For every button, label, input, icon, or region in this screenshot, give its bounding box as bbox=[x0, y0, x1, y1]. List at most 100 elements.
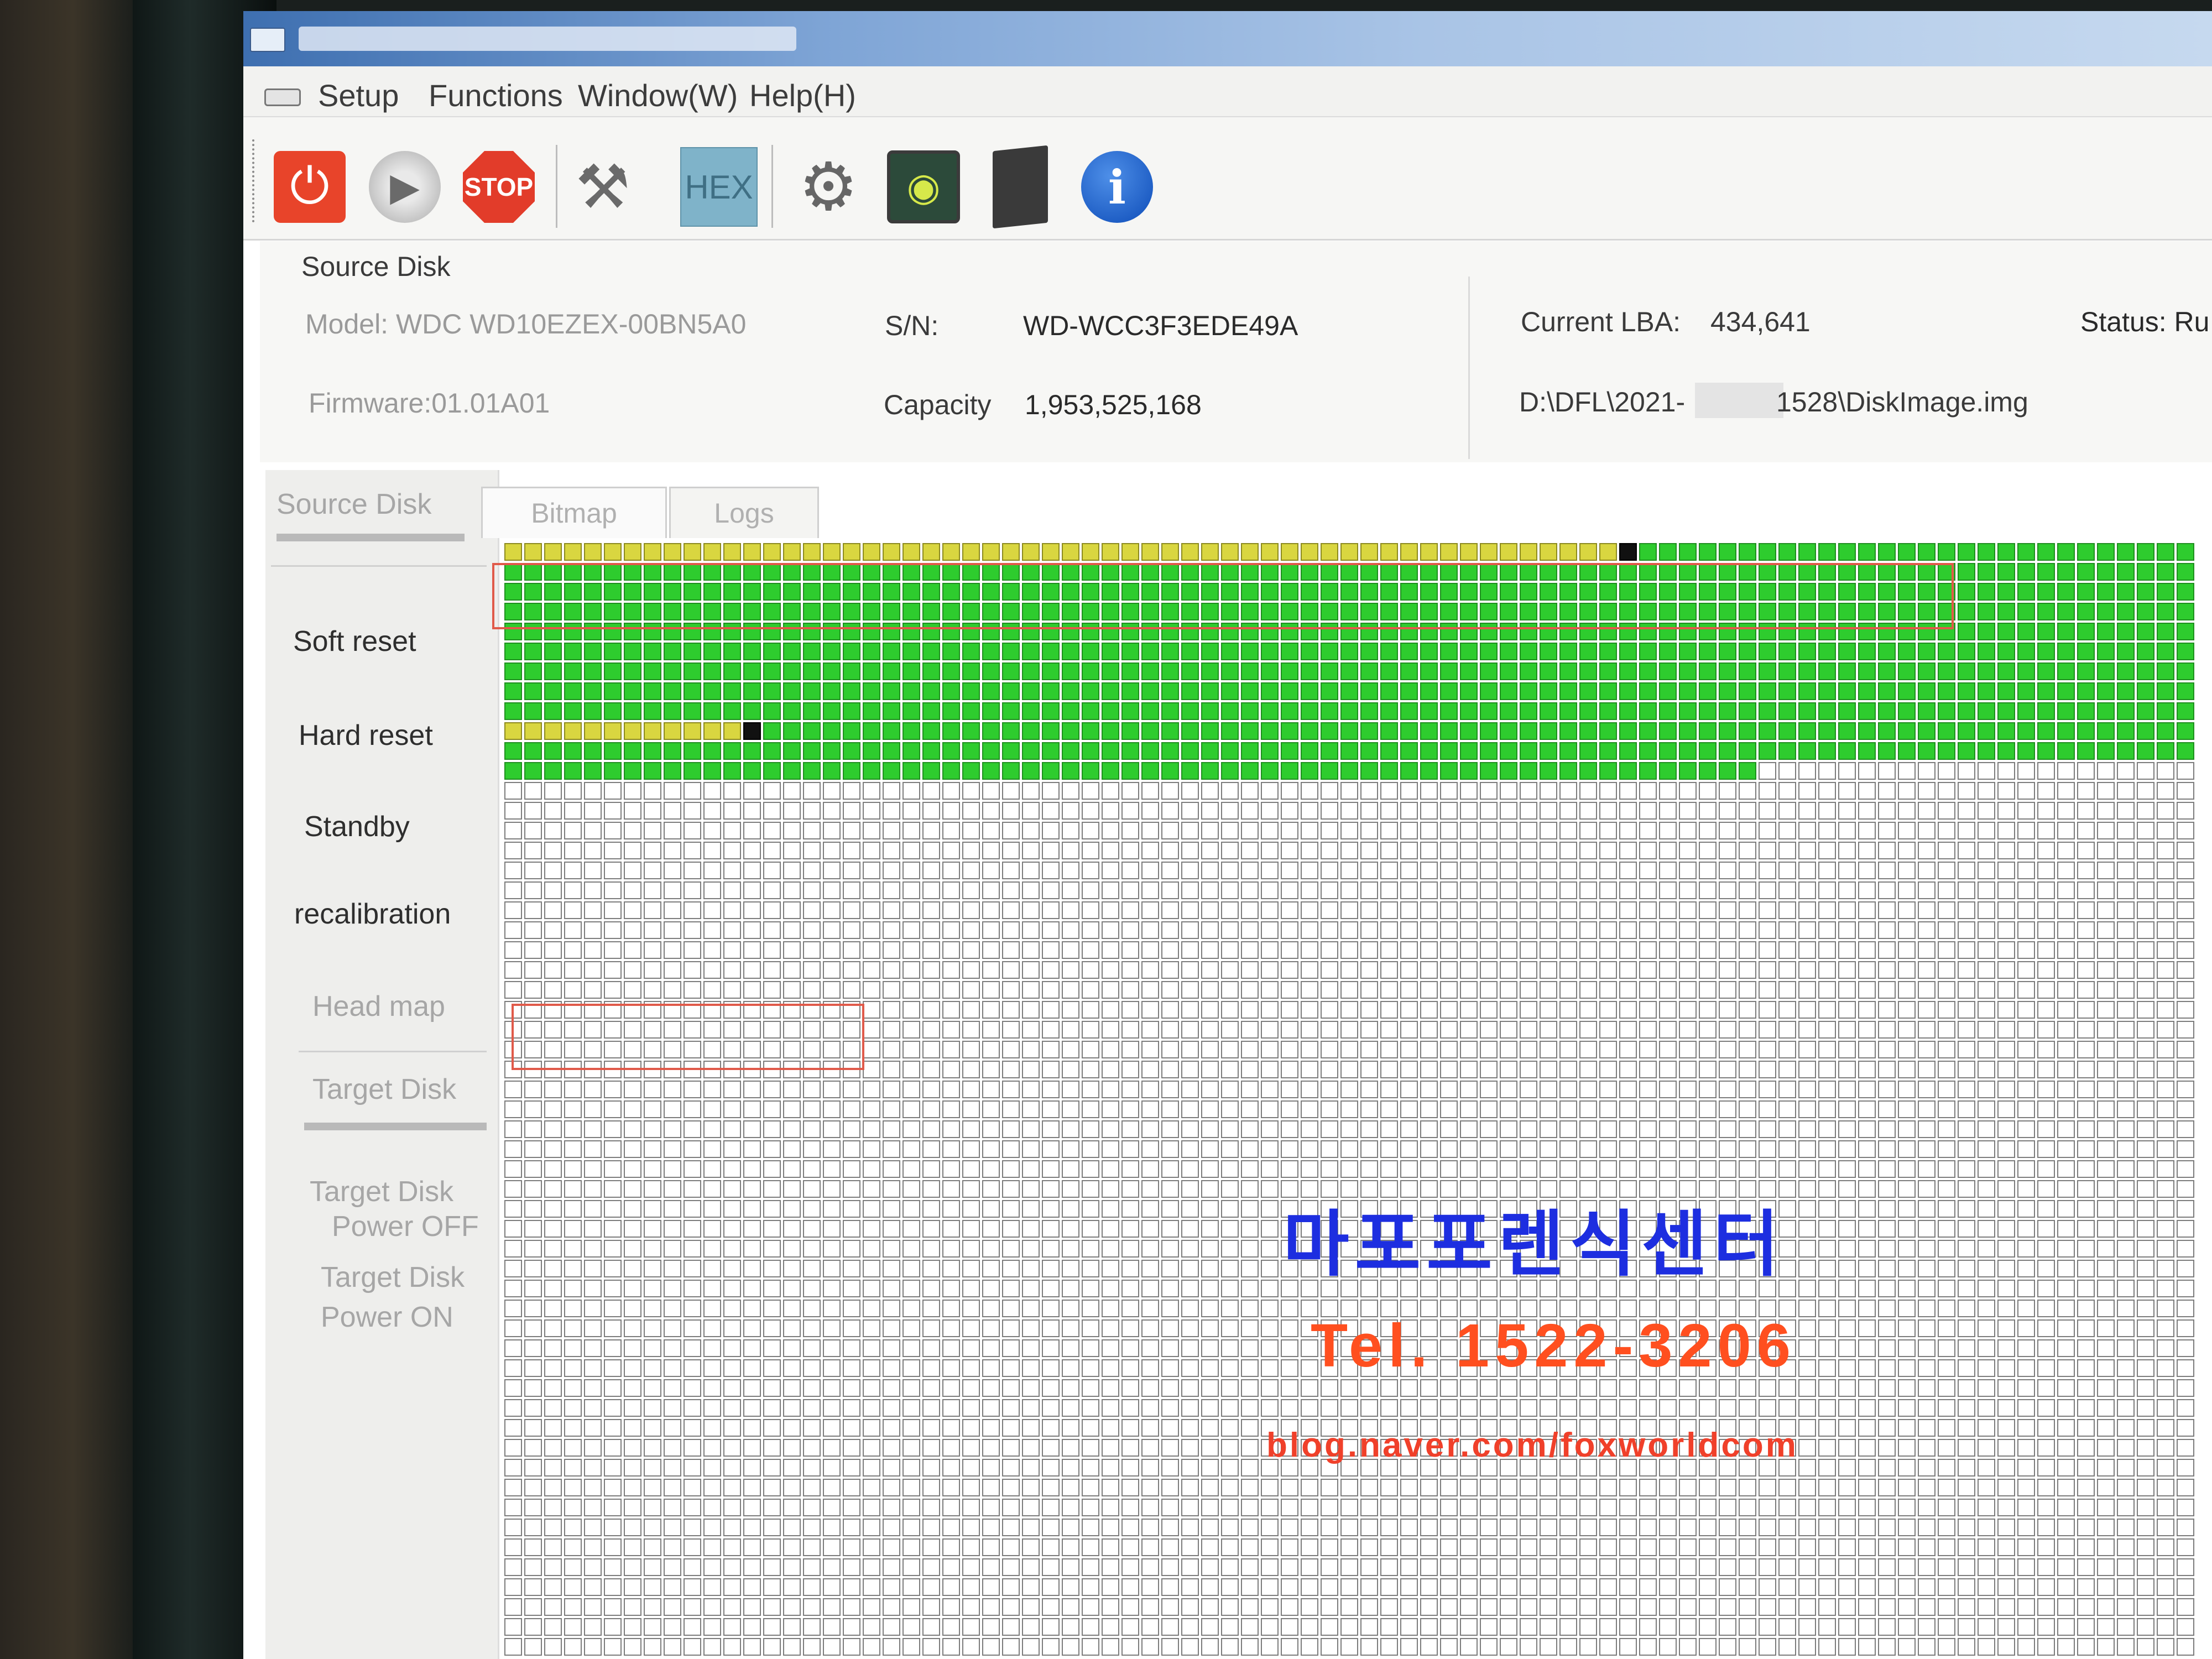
sector-block bbox=[743, 1598, 761, 1616]
toolbar-grip[interactable] bbox=[252, 139, 261, 222]
recalibration-button[interactable]: recalibration bbox=[294, 898, 451, 931]
sector-block bbox=[1301, 1160, 1318, 1178]
sector-block bbox=[1360, 1140, 1378, 1158]
menu-help[interactable]: Help(H) bbox=[749, 77, 856, 113]
power-button[interactable]: ⏻ bbox=[271, 148, 348, 226]
hard-reset-button[interactable]: Hard reset bbox=[299, 719, 433, 752]
sector-block bbox=[1241, 1618, 1259, 1636]
sector-block bbox=[1818, 1160, 1836, 1178]
sector-block bbox=[1360, 1081, 1378, 1098]
sector-block bbox=[1281, 643, 1298, 660]
book-button[interactable] bbox=[982, 145, 1059, 229]
sector-block bbox=[803, 1538, 821, 1556]
sector-block bbox=[1520, 1399, 1537, 1417]
menu-setup[interactable]: Setup bbox=[318, 77, 399, 113]
tools-button[interactable]: ⚒ bbox=[564, 148, 641, 226]
sector-block bbox=[1520, 1638, 1537, 1656]
sector-block bbox=[2117, 1638, 2135, 1656]
sector-block bbox=[1022, 762, 1040, 780]
sector-block bbox=[1321, 1379, 1338, 1397]
sector-block bbox=[1559, 1638, 1577, 1656]
sector-block bbox=[803, 1379, 821, 1397]
sector-block bbox=[504, 643, 522, 660]
sidebar-target-disk[interactable]: Target Disk bbox=[312, 1073, 456, 1106]
target-power-off-line2[interactable]: Power OFF bbox=[332, 1210, 479, 1243]
image-button[interactable]: ◉ bbox=[885, 148, 962, 226]
sector-block bbox=[1619, 682, 1637, 700]
start-button[interactable]: ▶ bbox=[366, 148, 444, 226]
sector-block bbox=[982, 1538, 1000, 1556]
sector-block bbox=[2037, 543, 2055, 561]
sector-block bbox=[1579, 1618, 1597, 1636]
sector-block bbox=[1719, 941, 1736, 959]
stop-button[interactable]: STOP bbox=[460, 148, 538, 226]
target-power-off-line1[interactable]: Target Disk bbox=[310, 1175, 453, 1208]
sector-block bbox=[2037, 1558, 2055, 1576]
sector-block bbox=[982, 1399, 1000, 1417]
head-map-button[interactable]: Head map bbox=[312, 990, 445, 1023]
sector-block bbox=[1440, 1519, 1458, 1536]
sector-block bbox=[2077, 1260, 2095, 1277]
settings-button[interactable]: ⚙ bbox=[790, 148, 867, 226]
sector-block bbox=[664, 543, 681, 561]
sector-block bbox=[1898, 742, 1916, 760]
menu-window[interactable]: Window(W) bbox=[578, 77, 738, 113]
soft-reset-button[interactable]: Soft reset bbox=[293, 625, 416, 658]
menu-functions[interactable]: Functions bbox=[429, 77, 563, 113]
sector-block bbox=[843, 1140, 860, 1158]
sector-block bbox=[1838, 1638, 1856, 1656]
sector-block bbox=[1898, 1459, 1916, 1477]
sector-block bbox=[2077, 543, 2095, 561]
sector-block bbox=[902, 782, 920, 800]
sector-block bbox=[584, 1479, 602, 1496]
sector-block bbox=[1380, 1041, 1398, 1058]
hex-button[interactable]: HEX bbox=[680, 147, 758, 227]
sector-block bbox=[1221, 1200, 1239, 1218]
sector-block bbox=[604, 921, 622, 939]
sector-block bbox=[1659, 822, 1677, 839]
sector-block bbox=[1062, 643, 1079, 660]
sector-block bbox=[1818, 762, 1836, 780]
sector-block bbox=[1062, 1220, 1079, 1238]
sidebar-source-disk[interactable]: Source Disk bbox=[276, 488, 431, 521]
sector-block bbox=[1898, 1359, 1916, 1377]
sector-block bbox=[1082, 1598, 1099, 1616]
sector-block bbox=[1380, 782, 1398, 800]
sector-block bbox=[1500, 782, 1517, 800]
sector-block bbox=[843, 961, 860, 979]
standby-button[interactable]: Standby bbox=[304, 810, 410, 843]
sector-block bbox=[2177, 742, 2194, 760]
sector-block bbox=[922, 1120, 940, 1138]
tab-logs[interactable]: Logs bbox=[669, 487, 819, 538]
sector-block bbox=[1022, 1359, 1040, 1377]
sector-block bbox=[902, 1379, 920, 1397]
sector-block bbox=[1699, 742, 1717, 760]
sector-block bbox=[902, 1200, 920, 1218]
sector-block bbox=[1579, 1479, 1597, 1496]
sector-block bbox=[743, 1459, 761, 1477]
sector-block bbox=[1938, 1459, 1955, 1477]
sector-block bbox=[1958, 1220, 1975, 1238]
sector-block bbox=[962, 1439, 980, 1457]
sector-block bbox=[604, 941, 622, 959]
sector-block bbox=[604, 1100, 622, 1118]
sector-block bbox=[763, 941, 781, 959]
sector-block bbox=[604, 1180, 622, 1198]
sector-block bbox=[962, 1359, 980, 1377]
sector-block bbox=[1301, 662, 1318, 680]
sector-block bbox=[1321, 1538, 1338, 1556]
sector-block bbox=[1659, 1001, 1677, 1019]
sector-block bbox=[1878, 1100, 1896, 1118]
sector-block bbox=[1520, 1041, 1537, 1058]
sector-block bbox=[2057, 1300, 2075, 1317]
tab-bitmap[interactable]: Bitmap bbox=[481, 487, 667, 538]
sector-block bbox=[922, 862, 940, 879]
sector-block bbox=[644, 1220, 661, 1238]
sector-block bbox=[1141, 742, 1159, 760]
sector-block bbox=[1121, 1379, 1139, 1397]
sector-block bbox=[2177, 1260, 2194, 1277]
target-power-on-line1[interactable]: Target Disk bbox=[321, 1261, 465, 1294]
sector-block bbox=[2177, 1419, 2194, 1437]
info-button[interactable]: i bbox=[1078, 148, 1156, 226]
target-power-on-line2[interactable]: Power ON bbox=[321, 1301, 453, 1334]
